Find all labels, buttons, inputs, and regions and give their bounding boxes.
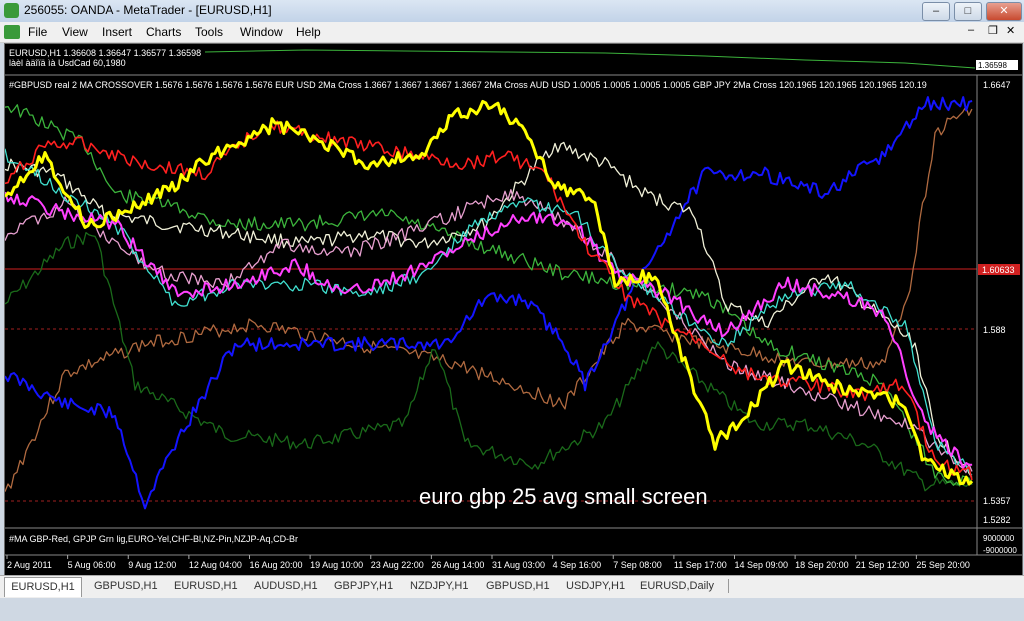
minimize-button[interactable]: – [922, 2, 950, 21]
menu-insert[interactable]: Insert [102, 25, 132, 39]
menu-tools[interactable]: Tools [195, 25, 223, 39]
x-label: 2 Aug 2011 [7, 560, 52, 570]
x-label: 16 Aug 20:00 [250, 560, 303, 570]
main-pane-header: #GBPUSD real 2 MA CROSSOVER 1.5676 1.567… [9, 80, 927, 90]
series-group [3, 96, 974, 510]
tab-audusd-h1[interactable]: AUDUSD,H1 [254, 577, 318, 596]
chart-canvas[interactable]: EURUSD,H1 1.36608 1.36647 1.36577 1.3659… [3, 44, 1022, 575]
menu-window[interactable]: Window [240, 25, 283, 39]
x-label: 26 Aug 14:00 [431, 560, 484, 570]
tab-gbpusd-h1-2[interactable]: GBPUSD,H1 [486, 577, 550, 596]
menu-bar: File View Insert Charts Tools Window Hel… [0, 22, 1024, 43]
close-button[interactable]: ✕ [986, 2, 1022, 21]
x-label: 9 Aug 12:00 [128, 560, 176, 570]
x-label: 19 Aug 10:00 [310, 560, 363, 570]
menu-view[interactable]: View [62, 25, 88, 39]
x-label: 23 Aug 22:00 [371, 560, 424, 570]
top-price-label: 1.36598 [978, 61, 1007, 70]
tab-eurusd-h1[interactable]: EURUSD,H1 [4, 577, 82, 597]
menu-charts[interactable]: Charts [146, 25, 181, 39]
red-price-label: 1.60633 [982, 265, 1015, 275]
x-axis-labels: 2 Aug 2011 5 Aug 06:00 9 Aug 12:00 12 Aug 0… [6, 555, 970, 570]
series-nz-pink [4, 191, 973, 469]
series-gbp-red [4, 120, 973, 481]
window-title: 256055: OANDA - MetaTrader - [EURUSD,H1] [24, 3, 272, 17]
status-bar [0, 598, 1024, 621]
doc-minimize-button[interactable]: – [968, 24, 974, 36]
doc-restore-button[interactable]: ❐ [988, 24, 998, 37]
doc-close-button[interactable]: ✕ [1006, 24, 1015, 37]
x-label: 25 Sep 20:00 [916, 560, 970, 570]
x-label: 7 Sep 08:00 [613, 560, 662, 570]
series-chf-blue [4, 96, 973, 510]
tab-nzdjpy-h1[interactable]: NZDJPY,H1 [410, 577, 468, 596]
chart-tabs: EURUSD,H1 GBPUSD,H1 EURUSD,H1 AUDUSD,H1 … [0, 575, 1024, 598]
bottom-y-label-1: 9000000 [983, 534, 1015, 543]
y-label-5: 1.5282 [983, 515, 1011, 525]
bottom-y-label-2: -9000000 [983, 546, 1017, 555]
maximize-button[interactable]: □ [954, 2, 982, 21]
bottom-pane-label: #MA GBP-Red, GPJP Grn lig,EURO-Yel,CHF-B… [9, 534, 298, 544]
menu-help[interactable]: Help [296, 25, 321, 39]
title-bar: 256055: OANDA - MetaTrader - [EURUSD,H1]… [0, 0, 1024, 23]
x-label: 31 Aug 03:00 [492, 560, 545, 570]
y-label-4: 1.5357 [983, 496, 1011, 506]
x-label: 14 Sep 09:00 [735, 560, 789, 570]
menu-file[interactable]: File [28, 25, 47, 39]
x-label: 18 Sep 20:00 [795, 560, 849, 570]
tab-eurusd-daily[interactable]: EURUSD,Daily [640, 577, 714, 596]
x-label: 4 Sep 16:00 [553, 560, 602, 570]
tab-usdjpy-h1[interactable]: USDJPY,H1 [566, 577, 625, 596]
series-euro-yellow [3, 99, 974, 486]
doc-icon [4, 25, 20, 39]
main-pane: #GBPUSD real 2 MA CROSSOVER 1.5676 1.567… [3, 80, 1020, 525]
y-label-3: 1.588 [983, 325, 1006, 335]
x-label: 21 Sep 12:00 [856, 560, 910, 570]
tab-divider [728, 579, 729, 593]
series-cd-brown [4, 106, 973, 492]
app-icon [4, 3, 19, 18]
top-pane-ohlc: EURUSD,H1 1.36608 1.36647 1.36577 1.3659… [9, 48, 201, 58]
x-label: 5 Aug 06:00 [68, 560, 116, 570]
x-label: 12 Aug 04:00 [189, 560, 242, 570]
top-pane-indicator: làèl àäîïä ìà UsdCad 60,1980 [9, 58, 126, 68]
chart-annotation: euro gbp 25 avg small screen [419, 484, 708, 509]
tab-eurusd-h1-2[interactable]: EURUSD,H1 [174, 577, 238, 596]
chart-window[interactable]: EURUSD,H1 1.36608 1.36647 1.36577 1.3659… [3, 43, 1023, 576]
y-label-1: 1.6647 [983, 80, 1011, 90]
x-label: 11 Sep 17:00 [674, 560, 727, 570]
tab-gbpjpy-h1[interactable]: GBPJPY,H1 [334, 577, 393, 596]
tab-gbpusd-h1[interactable]: GBPUSD,H1 [94, 577, 158, 596]
